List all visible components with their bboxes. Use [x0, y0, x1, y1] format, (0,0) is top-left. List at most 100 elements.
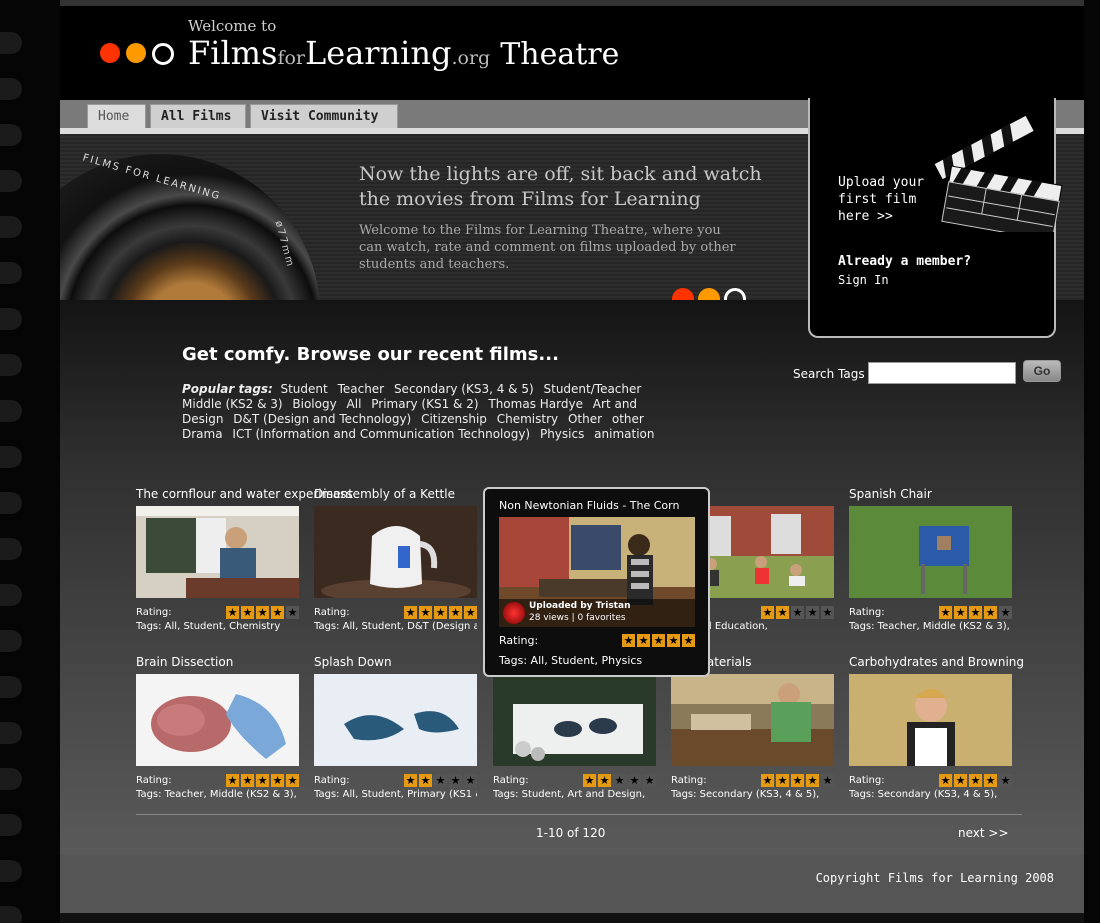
film-stars[interactable]: ★★★★★ [937, 606, 1012, 622]
rating-star-icon[interactable]: ★ [598, 774, 611, 787]
rating-star-icon[interactable]: ★ [821, 606, 834, 619]
rating-star-icon[interactable]: ★ [434, 606, 447, 619]
rating-star-icon[interactable]: ★ [434, 774, 447, 787]
rating-star-icon[interactable]: ★ [969, 774, 982, 787]
film-thumbnail[interactable] [493, 674, 656, 766]
rating-star-icon[interactable]: ★ [791, 774, 804, 787]
film-title[interactable]: Disassembly of a Kettle [314, 487, 477, 503]
film-preview-popup[interactable]: Non Newtonian Fluids - The Corn Uploaded… [483, 487, 710, 677]
popular-tag-link[interactable]: Secondary (KS3, 4 & 5) [394, 382, 534, 396]
popular-tag-link[interactable]: Student/Teacher [544, 382, 642, 396]
rating-star-icon[interactable]: ★ [643, 774, 656, 787]
film-stars[interactable]: ★★★★★ [759, 606, 834, 622]
rating-star-icon[interactable]: ★ [271, 774, 284, 787]
rating-star-icon[interactable]: ★ [286, 606, 299, 619]
rating-star-icon[interactable]: ★ [464, 774, 477, 787]
film-stars[interactable]: ★★★★★ [581, 774, 656, 790]
film-thumbnail[interactable] [314, 506, 477, 603]
film-title[interactable]: The cornflour and water experiment [136, 487, 353, 503]
rating-star-icon[interactable]: ★ [613, 774, 626, 787]
next-page-link[interactable]: next >> [958, 826, 1009, 840]
rating-star-icon[interactable]: ★ [226, 774, 239, 787]
popular-tag-link[interactable]: Thomas Hardye [488, 397, 583, 411]
popular-tag-link[interactable]: animation [594, 427, 654, 441]
rating-star-icon[interactable]: ★ [939, 774, 952, 787]
tab-visit-community[interactable]: Visit Community [250, 104, 398, 128]
film-card[interactable]: Disassembly of a Kettle Rating: ★ ★ ★ ★ ★ Tags:… [314, 487, 477, 632]
rating-star-icon[interactable]: ★ [954, 774, 967, 787]
film-stars[interactable]: ★★★★★ [402, 774, 477, 790]
film-title[interactable]: Spanish Chair [849, 487, 1012, 503]
rating-star-icon[interactable]: ★ [449, 774, 462, 787]
popular-tag-link[interactable]: other [612, 412, 644, 426]
film-thumbnail[interactable] [136, 506, 299, 598]
rating-star-icon[interactable]: ★ [241, 774, 254, 787]
rating-star-icon[interactable]: ★ [984, 606, 997, 619]
popular-tag-link[interactable]: ICT (Information and Communication Techn… [232, 427, 530, 441]
rating-star-icon[interactable]: ★ [939, 606, 952, 619]
film-stars[interactable]: ★★★★★ [224, 606, 299, 622]
film-stars[interactable]: ★★★★★ [402, 606, 477, 622]
rating-star-icon[interactable]: ★ [404, 774, 417, 787]
rating-star-icon[interactable]: ★ [806, 774, 819, 787]
film-card[interactable]: Brain Dissection Rating: ★ ★ ★ ★ ★ Tags: Teache… [136, 655, 299, 800]
film-card[interactable]: The cornflour and water experiment Rating… [136, 487, 353, 632]
rating-star-icon[interactable]: ★ [791, 606, 804, 619]
rating-star-icon[interactable]: ★ [286, 774, 299, 787]
popup-rating-star-icon[interactable]: ★ [682, 634, 695, 647]
upload-film-link[interactable]: Upload your first film here >> [838, 174, 938, 225]
rating-star-icon[interactable]: ★ [256, 606, 269, 619]
popular-tag-link[interactable]: Citizenship [421, 412, 487, 426]
rating-star-icon[interactable]: ★ [776, 606, 789, 619]
film-card[interactable]: Spanish Chair Rating: ★ ★ ★ ★ ★ Tags: Teacher, … [849, 487, 1012, 632]
film-card[interactable]: Splash Down Rating: ★ ★ ★ ★ ★ Tags: All, Studen… [314, 655, 477, 800]
rating-star-icon[interactable]: ★ [969, 606, 982, 619]
rating-star-icon[interactable]: ★ [271, 606, 284, 619]
rating-star-icon[interactable]: ★ [256, 774, 269, 787]
rating-star-icon[interactable]: ★ [628, 774, 641, 787]
rating-star-icon[interactable]: ★ [419, 774, 432, 787]
search-tags-input[interactable] [868, 362, 1016, 384]
rating-star-icon[interactable]: ★ [583, 774, 596, 787]
rating-star-icon[interactable]: ★ [449, 606, 462, 619]
popup-rating-star-icon[interactable]: ★ [652, 634, 665, 647]
tab-all-films[interactable]: All Films [150, 104, 246, 128]
film-title[interactable]: Carbohydrates and Browning [849, 655, 1024, 671]
rating-star-icon[interactable]: ★ [419, 606, 432, 619]
popular-tag-link[interactable]: Physics [540, 427, 584, 441]
rating-star-icon[interactable]: ★ [984, 774, 997, 787]
popular-tag-link[interactable]: Other [568, 412, 602, 426]
popular-tag-link[interactable]: Teacher [338, 382, 385, 396]
popular-tag-link[interactable]: D&T (Design and Technology) [233, 412, 411, 426]
popular-tag-link[interactable]: Student [280, 382, 327, 396]
sign-in-link[interactable]: Sign In [838, 273, 889, 287]
rating-star-icon[interactable]: ★ [806, 606, 819, 619]
popular-tag-link[interactable]: Biology [292, 397, 336, 411]
film-thumbnail[interactable] [314, 674, 477, 766]
rating-star-icon[interactable]: ★ [821, 774, 834, 787]
rating-star-icon[interactable]: ★ [226, 606, 239, 619]
popup-rating-star-icon[interactable]: ★ [622, 634, 635, 647]
film-thumbnail[interactable] [849, 674, 1012, 766]
film-stars[interactable]: ★★★★★ [759, 774, 834, 790]
popular-tag-link[interactable]: Drama [182, 427, 223, 441]
tab-home[interactable]: Home [87, 104, 146, 128]
rating-star-icon[interactable]: ★ [464, 606, 477, 619]
popup-stars[interactable]: ★ ★ ★ ★ ★ [620, 634, 695, 647]
rating-star-icon[interactable]: ★ [776, 774, 789, 787]
film-card[interactable]: Carbohydrates and Browning Rating: ★ ★ ★ ★ ★ Ta… [849, 655, 1024, 800]
rating-star-icon[interactable]: ★ [954, 606, 967, 619]
popular-tag-link[interactable]: Primary (KS1 & 2) [371, 397, 478, 411]
rating-star-icon[interactable]: ★ [999, 606, 1012, 619]
popular-tag-link[interactable]: All [347, 397, 362, 411]
rating-star-icon[interactable]: ★ [761, 606, 774, 619]
rating-star-icon[interactable]: ★ [404, 606, 417, 619]
popup-rating-star-icon[interactable]: ★ [637, 634, 650, 647]
rating-star-icon[interactable]: ★ [761, 774, 774, 787]
popular-tag-link[interactable]: Chemistry [497, 412, 558, 426]
film-thumbnail[interactable] [136, 674, 299, 766]
search-go-button[interactable]: Go [1023, 360, 1061, 382]
film-thumbnail[interactable] [849, 506, 1012, 598]
film-title[interactable]: Brain Dissection [136, 655, 299, 671]
site-logo[interactable]: Welcome to FilmsforLearning.org Theatre [100, 14, 720, 84]
